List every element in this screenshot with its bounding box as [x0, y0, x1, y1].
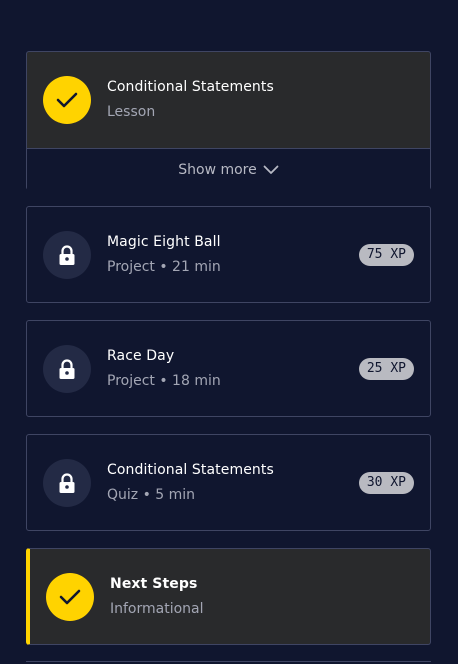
chevron-down-icon — [263, 165, 279, 174]
show-more-button[interactable]: Show more — [27, 148, 430, 190]
item-subtitle: Informational — [110, 601, 204, 617]
informational-card-next-steps[interactable]: Next Steps Informational — [26, 548, 431, 645]
check-icon — [43, 76, 91, 124]
item-subtitle: Project • 21 min — [107, 259, 221, 275]
xp-badge: 25 XP — [358, 358, 414, 380]
item-subtitle: Project • 18 min — [107, 373, 221, 389]
lock-icon — [43, 459, 91, 507]
item-title: Conditional Statements — [107, 462, 274, 478]
item-subtitle: Lesson — [107, 104, 156, 120]
item-title: Race Day — [107, 348, 175, 364]
item-subtitle: Quiz • 5 min — [107, 487, 196, 503]
lock-icon — [43, 345, 91, 393]
lock-icon — [43, 231, 91, 279]
project-card-magic-eight-ball[interactable]: Magic Eight Ball Project • 21 min 75 XP — [26, 206, 431, 303]
project-card-race-day[interactable]: Race Day Project • 18 min 25 XP — [26, 320, 431, 417]
item-title: Next Steps — [110, 576, 198, 592]
quiz-card-conditional-statements[interactable]: Conditional Statements Quiz • 5 min 30 X… — [26, 434, 431, 531]
xp-badge: 30 XP — [358, 472, 414, 494]
xp-badge: 75 XP — [358, 244, 414, 266]
check-icon — [46, 573, 94, 621]
lesson-card-conditional-statements[interactable]: Conditional Statements Lesson Show more — [26, 51, 431, 190]
item-title: Conditional Statements — [107, 79, 274, 95]
show-more-label: Show more — [178, 161, 257, 178]
item-title: Magic Eight Ball — [107, 234, 221, 250]
